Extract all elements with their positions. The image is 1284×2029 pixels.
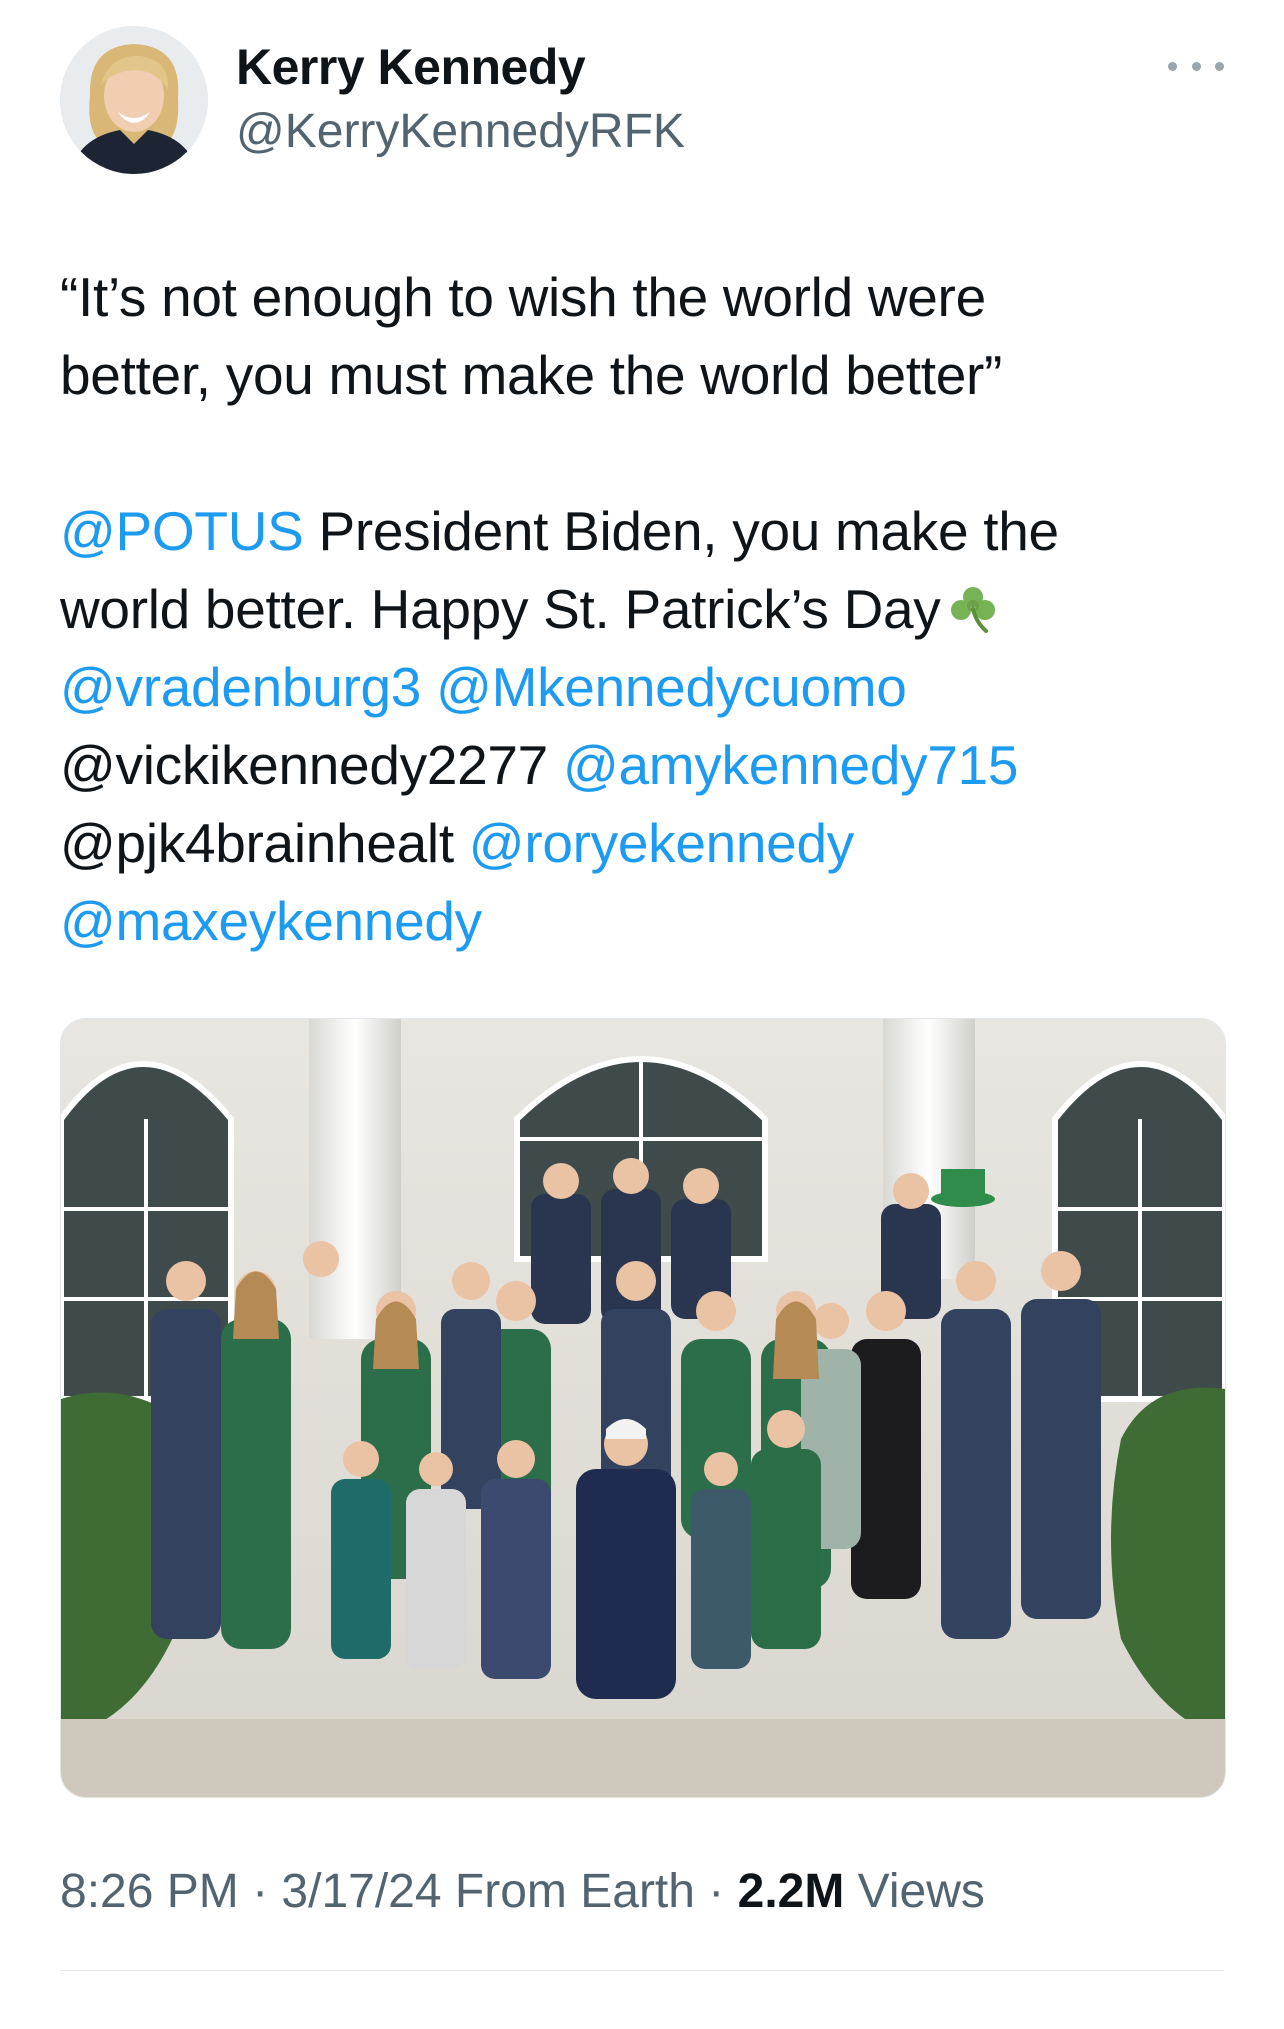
tweet-text-span: President Biden, you make the	[303, 500, 1059, 562]
mention-vickikennedy2277: @vickikennedy2277	[60, 734, 548, 796]
tweet-text-span: world better. Happy St. Patrick’s Day	[60, 578, 941, 640]
separator-dot: ·	[694, 1865, 738, 1918]
tweet-text-line: @vickikennedy2277 @amykennedy715	[60, 726, 1240, 804]
tweet: Kerry Kennedy @KerryKennedyRFK “It’s not…	[0, 0, 1284, 2029]
separator-dot: ·	[238, 1865, 282, 1918]
mention-maxeykennedy[interactable]: @maxeykennedy	[60, 890, 482, 952]
views-label: Views	[844, 1865, 985, 1918]
avatar-image	[60, 26, 208, 174]
tweet-source: From Earth	[441, 1865, 695, 1918]
tweet-text-line: better, you must make the world better”	[60, 344, 1003, 406]
mention-mkennedycuomo[interactable]: @Mkennedycuomo	[436, 656, 907, 718]
divider	[60, 1970, 1224, 1971]
mention-vradenburg3[interactable]: @vradenburg3	[60, 656, 421, 718]
mention-roryekennedy[interactable]: @roryekennedy	[469, 812, 854, 874]
avatar[interactable]	[60, 26, 208, 174]
tweet-meta: 8:26 PM · 3/17/24 From Earth · 2.2M View…	[60, 1864, 985, 1919]
tweet-text-line: “It’s not enough to wish the world were	[60, 266, 986, 328]
author-name[interactable]: Kerry Kennedy	[236, 38, 586, 96]
group-photo-image	[61, 1019, 1225, 1797]
tweet-text-line: @POTUS President Biden, you make the	[60, 492, 1240, 570]
shamrock-icon	[948, 576, 998, 654]
tweet-date[interactable]: 3/17/24	[281, 1865, 441, 1918]
author-handle[interactable]: @KerryKennedyRFK	[236, 104, 685, 159]
tweet-text-line: @vradenburg3 @Mkennedycuomo	[60, 648, 1240, 726]
mention-amykennedy715[interactable]: @amykennedy715	[563, 734, 1019, 796]
tweet-text: “It’s not enough to wish the world were …	[60, 258, 1240, 960]
tweet-time[interactable]: 8:26 PM	[60, 1865, 239, 1918]
mention-pjk4brainhealt: @pjk4brainhealt	[60, 812, 454, 874]
mention-potus[interactable]: @POTUS	[60, 500, 304, 562]
more-options-icon[interactable]	[1168, 52, 1224, 80]
tweet-text-line: world better. Happy St. Patrick’s Day	[60, 570, 1240, 648]
tweet-photo[interactable]	[60, 1018, 1226, 1798]
views-count[interactable]: 2.2M	[738, 1865, 845, 1918]
tweet-text-line: @pjk4brainhealt @roryekennedy	[60, 804, 1240, 882]
tweet-text-line: @maxeykennedy	[60, 882, 1240, 960]
